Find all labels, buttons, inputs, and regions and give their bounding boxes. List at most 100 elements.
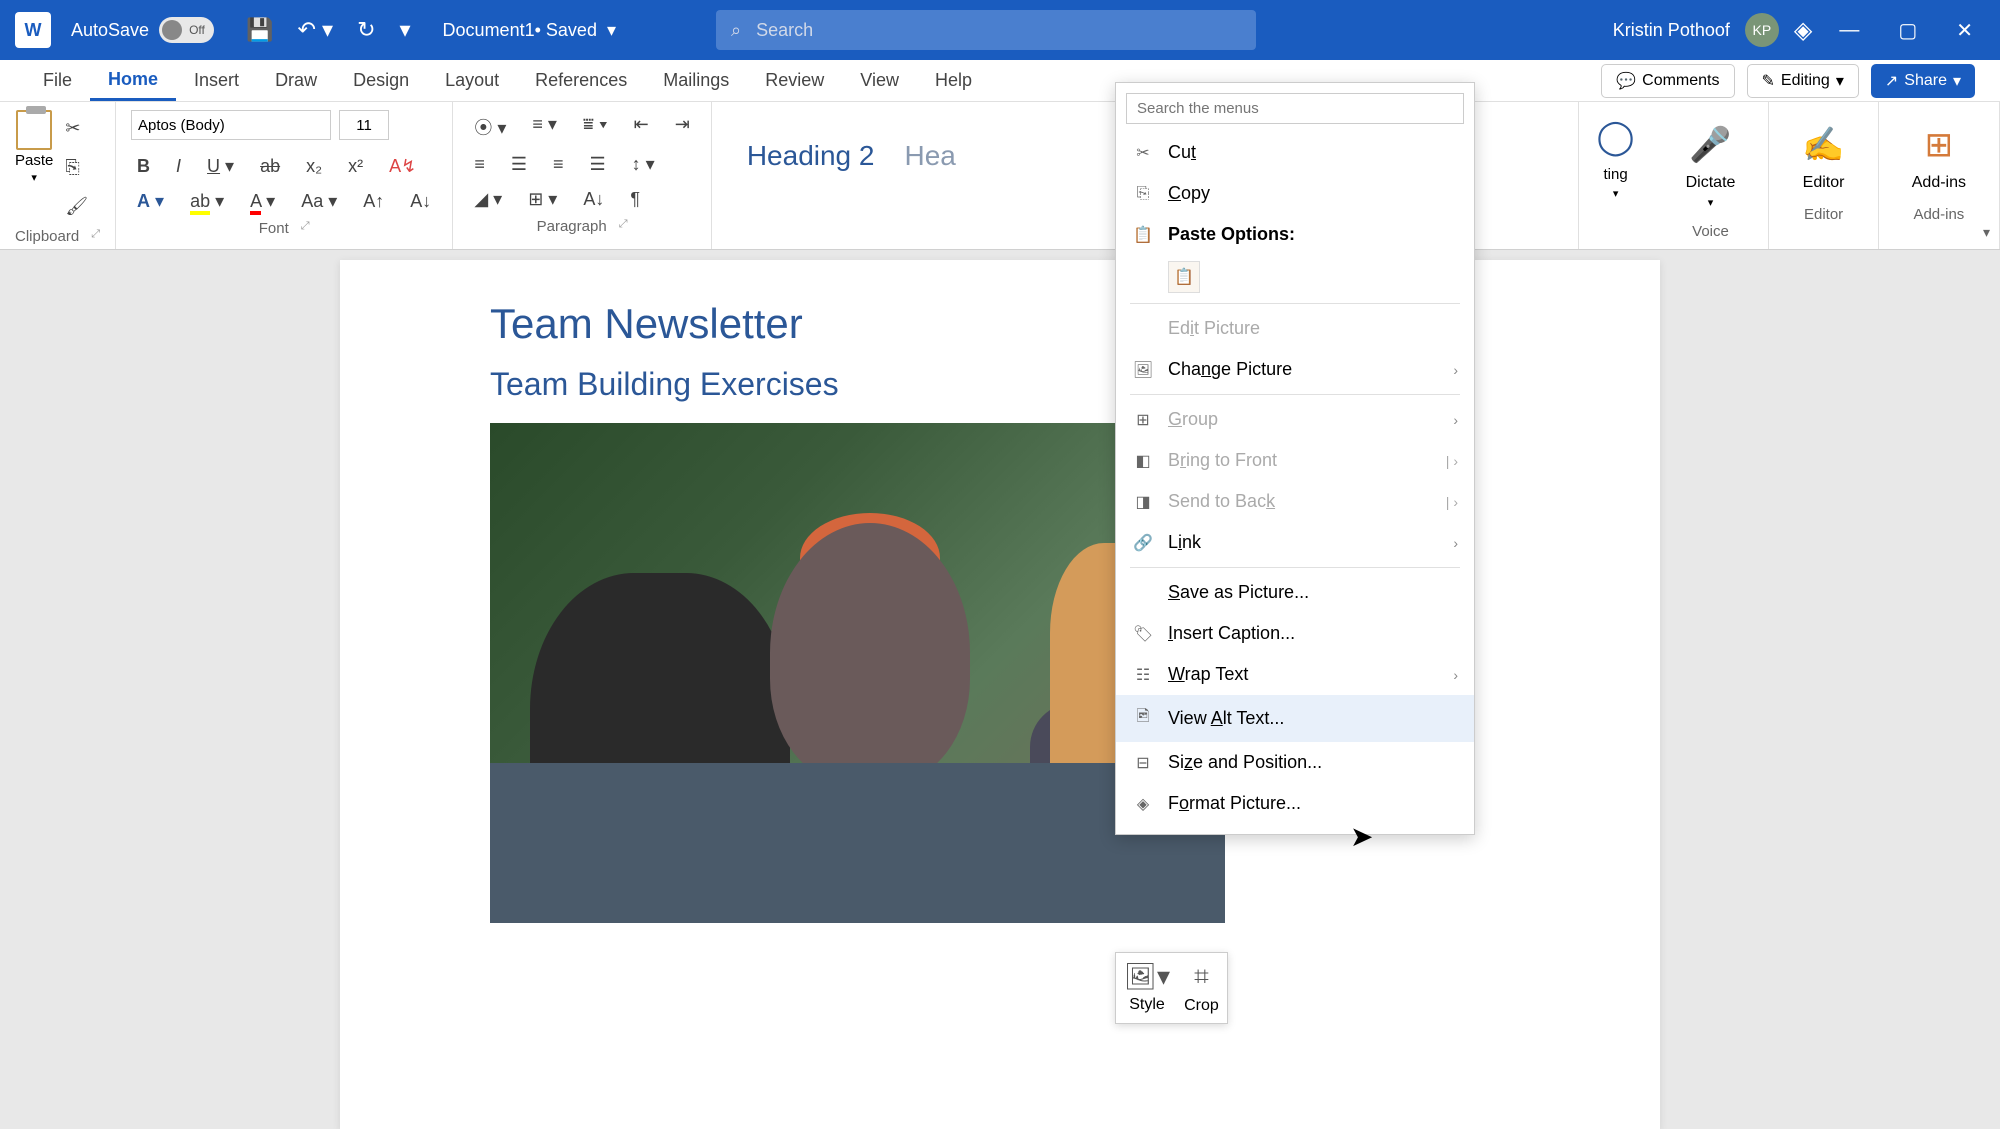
menu-format-picture[interactable]: ◈Format Picture... xyxy=(1116,783,1474,824)
dictate-button[interactable]: 🎤 Dictate ▾ xyxy=(1668,110,1754,219)
change-case-icon[interactable]: Aa ▾ xyxy=(295,187,343,216)
chevron-down-icon: ▾ xyxy=(1953,71,1961,91)
paste-button[interactable]: Paste ▾ xyxy=(15,110,53,184)
redo-icon[interactable]: ↻ xyxy=(345,17,387,43)
align-left-icon[interactable]: ≡ xyxy=(468,150,491,179)
qat-customize-icon[interactable]: ▾ xyxy=(388,17,423,43)
menu-paste-options-label: 📋Paste Options: xyxy=(1116,214,1474,255)
autosave-control[interactable]: AutoSave Off xyxy=(71,17,214,43)
wrap-text-icon: ☷ xyxy=(1132,665,1154,685)
shrink-font-icon[interactable]: A↓ xyxy=(404,187,437,216)
highlight-color-icon[interactable]: ab ▾ xyxy=(184,187,230,216)
menu-change-picture[interactable]: 🖼Change Picture› xyxy=(1116,349,1474,390)
autosave-label: AutoSave xyxy=(71,20,149,41)
doc-dropdown-icon: ▾ xyxy=(607,20,616,41)
document-canvas[interactable]: Team Newsletter Team Building Exercises xyxy=(0,250,2000,1129)
superscript-button[interactable]: x² xyxy=(342,152,369,181)
menu-wrap-text[interactable]: ☷Wrap Text› xyxy=(1116,654,1474,695)
grow-font-icon[interactable]: A↑ xyxy=(357,187,390,216)
menu-insert-caption[interactable]: 🏷Insert Caption... xyxy=(1116,613,1474,654)
search-box[interactable]: ⌕ xyxy=(716,10,1256,50)
bold-button[interactable]: B xyxy=(131,152,156,181)
underline-button[interactable]: U ▾ xyxy=(201,152,240,181)
ribbon-collapse-icon[interactable]: ▾ xyxy=(1983,224,1990,241)
align-right-icon[interactable]: ≡ xyxy=(547,150,570,179)
ribbon-tabs: File Home Insert Draw Design Layout Refe… xyxy=(0,60,2000,102)
shading-icon[interactable]: ◢ ▾ xyxy=(468,185,508,214)
menu-search-input[interactable] xyxy=(1126,93,1464,124)
addins-button[interactable]: ⊞ Add-ins xyxy=(1894,110,1984,202)
minimize-icon[interactable]: — xyxy=(1827,19,1871,42)
sort-icon[interactable]: A↓ xyxy=(577,185,610,214)
comments-button[interactable]: 💬Comments xyxy=(1601,64,1734,98)
copy-icon[interactable]: ⎘ xyxy=(59,153,94,182)
multilevel-list-icon[interactable]: ⩸ ▾ xyxy=(577,110,614,144)
tab-view[interactable]: View xyxy=(842,60,917,101)
menu-copy[interactable]: ⎘Copy xyxy=(1116,173,1474,214)
close-icon[interactable]: ✕ xyxy=(1944,18,1985,43)
chevron-down-icon: ▾ xyxy=(1708,196,1714,209)
tab-file[interactable]: File xyxy=(25,60,90,101)
tab-layout[interactable]: Layout xyxy=(427,60,517,101)
dialog-launcher-icon[interactable]: ⤢ xyxy=(91,228,100,245)
document-title[interactable]: Document1 • Saved ▾ xyxy=(443,20,616,41)
align-center-icon[interactable]: ☰ xyxy=(505,150,533,179)
decrease-indent-icon[interactable]: ⇤ xyxy=(628,110,655,144)
menu-save-as-picture[interactable]: Save as Picture... xyxy=(1116,572,1474,613)
comment-icon: 💬 xyxy=(1616,71,1636,91)
share-button[interactable]: ↗Share▾ xyxy=(1871,64,1975,98)
numbering-icon[interactable]: ≡ ▾ xyxy=(526,110,563,144)
menu-link[interactable]: 🔗Link› xyxy=(1116,522,1474,563)
font-color-icon[interactable]: A ▾ xyxy=(244,187,281,216)
autosave-toggle[interactable]: Off xyxy=(159,17,214,43)
dialog-launcher-icon[interactable]: ⤢ xyxy=(619,218,628,235)
tab-design[interactable]: Design xyxy=(335,60,427,101)
cut-icon: ✂ xyxy=(1132,143,1154,163)
premium-icon[interactable]: ◈ xyxy=(1794,16,1812,45)
editor-button[interactable]: ✍ Editor xyxy=(1784,110,1862,202)
tab-draw[interactable]: Draw xyxy=(257,60,335,101)
tab-references[interactable]: References xyxy=(517,60,645,101)
tab-insert[interactable]: Insert xyxy=(176,60,257,101)
justify-icon[interactable]: ☰ xyxy=(583,150,611,179)
maximize-icon[interactable]: ▢ xyxy=(1886,18,1929,43)
tab-mailings[interactable]: Mailings xyxy=(645,60,747,101)
subscript-button[interactable]: x₂ xyxy=(300,152,328,181)
tab-help[interactable]: Help xyxy=(917,60,990,101)
tab-home[interactable]: Home xyxy=(90,60,176,101)
search-input[interactable] xyxy=(756,20,988,41)
italic-button[interactable]: I xyxy=(170,152,187,181)
alt-text-icon: 🖻 xyxy=(1132,705,1154,732)
find-icon[interactable]: ◯ xyxy=(1597,112,1635,162)
crop-button[interactable]: ⌗ Crop xyxy=(1184,961,1219,1015)
editing-mode-button[interactable]: ✎Editing▾ xyxy=(1747,64,1859,98)
avatar[interactable]: KP xyxy=(1745,13,1779,47)
tab-review[interactable]: Review xyxy=(747,60,842,101)
menu-cut[interactable]: ✂Cut xyxy=(1116,132,1474,173)
style-heading-partial[interactable]: Hea xyxy=(904,140,955,172)
cut-icon[interactable]: ✂ xyxy=(59,114,94,143)
style-button[interactable]: 🖼▾ Style xyxy=(1124,961,1170,1015)
increase-indent-icon[interactable]: ⇥ xyxy=(669,110,696,144)
menu-size-position[interactable]: ⊟Size and Position... xyxy=(1116,742,1474,783)
addins-icon: ⊞ xyxy=(1925,120,1954,170)
line-spacing-icon[interactable]: ↕ ▾ xyxy=(626,150,661,179)
chevron-down-icon: ▾ xyxy=(1836,71,1844,91)
font-name-select[interactable] xyxy=(131,110,331,140)
dialog-launcher-icon[interactable]: ⤢ xyxy=(301,220,310,237)
style-heading-2[interactable]: Heading 2 xyxy=(747,140,875,172)
clear-formatting-icon[interactable]: A↯ xyxy=(383,152,422,181)
font-size-select[interactable] xyxy=(339,110,389,140)
paste-icon xyxy=(16,110,52,150)
undo-icon[interactable]: ↶ ▾ xyxy=(285,17,345,43)
strikethrough-button[interactable]: ab xyxy=(254,152,286,181)
text-effects-icon[interactable]: A ▾ xyxy=(131,187,170,216)
bullets-icon[interactable]: ⦿ ▾ xyxy=(468,110,512,144)
menu-view-alt-text[interactable]: 🖻View Alt Text... xyxy=(1116,695,1474,742)
borders-icon[interactable]: ⊞ ▾ xyxy=(522,185,563,214)
user-name[interactable]: Kristin Pothoof xyxy=(1613,20,1730,41)
paste-keep-source-button[interactable]: 📋 xyxy=(1168,261,1200,293)
format-painter-icon[interactable]: 🖌 xyxy=(59,192,94,221)
save-icon[interactable]: 💾 xyxy=(234,17,285,43)
paragraph-marks-icon[interactable]: ¶ xyxy=(624,185,646,214)
